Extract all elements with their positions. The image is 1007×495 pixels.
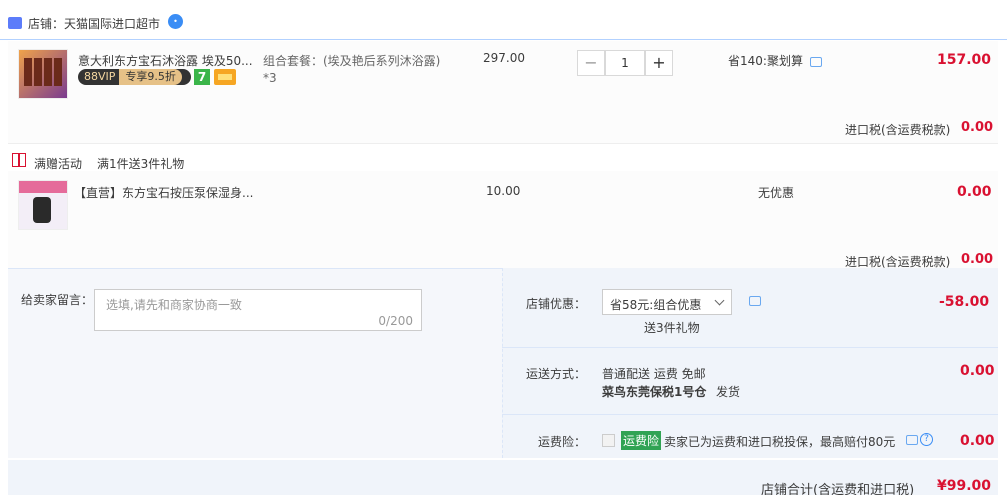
quantity-input[interactable]: 1 — [605, 50, 645, 76]
promo-text: 省140:聚划算 — [728, 54, 803, 68]
comment-icon[interactable] — [906, 435, 918, 445]
shipping-label: 运送方式： — [526, 367, 587, 381]
shop-discount-selected: 省58元:组合优惠 — [610, 298, 702, 312]
sku-info: 组合套餐：(埃及艳后系列沐浴露) — [263, 54, 441, 68]
product-title[interactable]: 【直营】东方宝石按压泵保湿身... — [74, 184, 253, 201]
shipping-warehouse: 菜鸟东莞保税1号仓 — [602, 385, 707, 399]
insurance-tag: 运费险 — [621, 431, 662, 450]
shipping-dispatch: 发货 — [716, 385, 741, 399]
quantity-decrease-button[interactable]: − — [577, 50, 605, 76]
shop-name[interactable]: 店铺：天猫国际进口超市 — [28, 15, 160, 32]
quantity-increase-button[interactable]: + — [645, 50, 673, 76]
message-placeholder: 选填,请先和商家协商一致 — [106, 298, 242, 312]
unit-price: 10.00 — [486, 184, 521, 198]
seven-day-return-icon: 7 — [194, 69, 210, 85]
shop-discount-label: 店铺优惠： — [526, 297, 587, 311]
import-tax-label: 进口税(含运费税款) — [845, 123, 951, 137]
shop-total-value: ¥99.00 — [937, 478, 992, 494]
comment-icon[interactable] — [749, 296, 761, 306]
vip-badge: 88VIP 专享9.5折 — [78, 69, 191, 85]
shop-icon — [8, 17, 22, 29]
import-tax-value: 0.00 — [961, 252, 994, 267]
product-title[interactable]: 意大利东方宝石沐浴露 埃及50... — [78, 52, 253, 69]
help-icon[interactable]: ? — [920, 433, 933, 446]
gift-icon — [12, 153, 26, 167]
gift-activity-label: 满赠活动 — [34, 157, 83, 171]
card-icon — [214, 69, 236, 85]
import-tax-value: 0.00 — [961, 120, 994, 135]
gift-note: 送3件礼物 — [644, 321, 700, 335]
sku-quantity: *3 — [263, 71, 277, 85]
chevron-down-icon — [714, 295, 725, 306]
message-label: 给卖家留言： — [21, 293, 94, 307]
comment-icon[interactable] — [810, 57, 822, 67]
insurance-checkbox[interactable] — [602, 434, 615, 447]
vip-label: 88VIP — [84, 70, 116, 83]
shop-total-label: 店铺合计(含运费和进口税) — [761, 483, 915, 495]
insurance-label: 运费险： — [538, 435, 587, 449]
message-counter: 0/200 — [378, 314, 413, 328]
item-subtotal: 0.00 — [957, 184, 992, 200]
divider — [8, 143, 998, 144]
shipping-method: 普通配送 运费 免邮 — [602, 367, 706, 381]
divider — [502, 347, 998, 348]
shop-discount-select[interactable]: 省58元:组合优惠 — [602, 289, 732, 315]
divider — [502, 414, 998, 415]
wangwang-chat-icon[interactable]: • — [168, 14, 183, 29]
unit-price: 297.00 — [483, 51, 525, 65]
shop-discount-value: -58.00 — [939, 294, 990, 310]
seller-message-input[interactable]: 选填,请先和商家协商一致 0/200 — [94, 289, 422, 331]
promo-text: 无优惠 — [758, 186, 795, 200]
item-subtotal: 157.00 — [937, 52, 992, 68]
shipping-value: 0.00 — [960, 363, 995, 379]
insurance-value: 0.00 — [960, 433, 995, 449]
product-thumbnail[interactable] — [18, 180, 68, 230]
gift-activity-desc: 满1件送3件礼物 — [97, 157, 185, 171]
product-thumbnail[interactable] — [18, 49, 68, 99]
insurance-desc: 卖家已为运费和进口税投保，最高赔付80元 — [664, 435, 896, 449]
vip-discount: 专享9.5折 — [119, 69, 182, 85]
